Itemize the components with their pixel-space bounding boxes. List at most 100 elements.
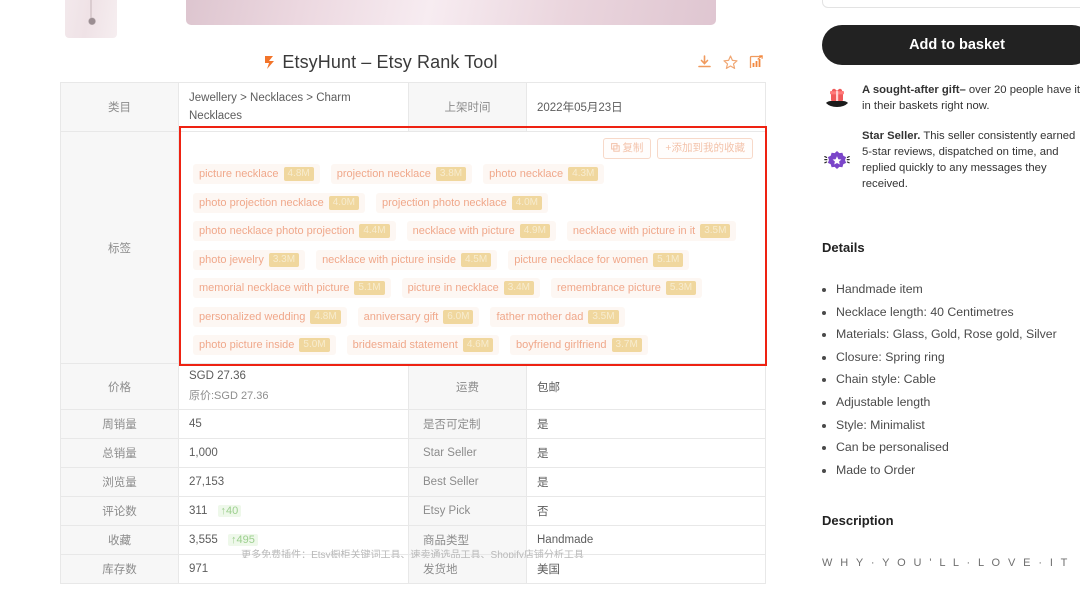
table-row-category: 类目 Jewellery > Necklaces > Charm Necklac… <box>60 82 766 132</box>
tag-chip[interactable]: projection necklace 3.8M <box>330 164 473 184</box>
tag-chip[interactable]: projection photo necklace 4.0M <box>375 192 548 213</box>
tag-label: necklace with picture in it <box>572 225 696 237</box>
tags-cell: 复制 +添加到我的收藏 picture necklace 4.8M projecti… <box>178 131 766 364</box>
listed-date-label: 上架时间 <box>408 82 527 132</box>
tag-count: 4.6M <box>462 338 494 352</box>
tag-chip[interactable]: boyfriend girlfriend 3.7M <box>510 335 648 355</box>
tag-chip[interactable]: father mother dad 3.5M <box>490 306 625 327</box>
add-to-basket-button[interactable]: Add to basket <box>822 25 1080 65</box>
etsyhunt-panel: EtsyHunt – Etsy Rank Tool 类目 Jewellery > <box>0 0 810 590</box>
tag-label: picture necklace <box>199 168 279 180</box>
tag-label: projection photo necklace <box>381 196 507 209</box>
tag-label: photo necklace <box>489 168 564 180</box>
tag-chip[interactable]: necklace with picture inside 4.5M <box>316 249 498 270</box>
tag-label: memorial necklace with picture <box>199 282 350 294</box>
necklace-thumbnail-image <box>65 0 117 38</box>
tag-chip[interactable]: photo jewelry 3.3M <box>193 249 306 270</box>
tag-count: 3.5M <box>700 224 731 238</box>
table-row-total-sales: 总销量 1,000 Star Seller 是 <box>60 438 766 468</box>
tag-chip[interactable]: anniversary gift 6.0M <box>357 306 480 327</box>
views-value: 27,153 <box>178 467 409 497</box>
tag-count: 3.4M <box>503 281 534 295</box>
detail-item: Chain style: Cable <box>836 368 1080 391</box>
table-body: 类目 Jewellery > Necklaces > Charm Necklac… <box>60 82 766 584</box>
favorites-delta: ↑495 <box>227 534 258 546</box>
price-value: SGD 27.36 <box>189 370 246 382</box>
tag-list: picture necklace 4.8M projection necklace 3… <box>193 164 753 355</box>
promo-star-bold: Star Seller. <box>862 130 921 142</box>
chart-icon[interactable] <box>748 54 765 71</box>
tag-row: photo projection necklace 4.0M projection … <box>193 192 753 213</box>
product-hero-image <box>186 0 716 25</box>
listing-option-card[interactable] <box>822 0 1080 8</box>
tag-row: memorial necklace with picture 5.1M pictur… <box>193 278 753 298</box>
tag-row: photo necklace photo projection 4.4M neckl… <box>193 221 753 241</box>
customizable-label: 是否可定制 <box>408 409 527 439</box>
tag-chip[interactable]: photo picture inside 5.0M <box>193 335 336 355</box>
tag-label: necklace with picture <box>412 225 515 237</box>
stock-label: 库存数 <box>60 554 179 584</box>
reviews-value-cell: 311 ↑40 <box>178 496 409 526</box>
tag-chip[interactable]: picture in necklace 3.4M <box>401 278 540 298</box>
stock-value: 971 <box>178 554 409 584</box>
reviews-label: 评论数 <box>60 496 179 526</box>
total-sales-label: 总销量 <box>60 438 179 468</box>
tag-chip[interactable]: remembrance picture 5.3M <box>550 278 703 298</box>
detail-item: Handmade item <box>836 278 1080 301</box>
tags-label: 标签 <box>60 131 179 364</box>
star-seller-value: 是 <box>526 438 766 468</box>
tag-count: 4.8M <box>310 309 341 324</box>
add-to-favorites-label: +添加到我的收藏 <box>665 142 745 154</box>
add-to-favorites-button[interactable]: +添加到我的收藏 <box>657 138 753 159</box>
details-heading: Details <box>822 240 865 255</box>
download-icon[interactable] <box>696 54 713 71</box>
table-row-stock: 库存数 971 发货地 美国 <box>60 554 766 584</box>
table-row-tags: 标签 复制 +添加到我的收藏 picture necklace 4.8M proje… <box>60 131 766 364</box>
category-label: 类目 <box>60 82 179 132</box>
tag-count: 5.1M <box>354 281 385 295</box>
tag-count: 3.8M <box>435 167 467 181</box>
tag-label: photo necklace photo projection <box>199 225 355 237</box>
product-thumbnail[interactable] <box>65 0 117 38</box>
tag-label: picture in necklace <box>407 282 499 294</box>
tag-label: photo jewelry <box>199 253 264 266</box>
tag-chip[interactable]: bridesmaid statement 4.6M <box>346 335 500 355</box>
tag-chip[interactable]: necklace with picture in it 3.5M <box>566 221 737 241</box>
total-sales-value: 1,000 <box>178 438 409 468</box>
price-label: 价格 <box>60 363 179 410</box>
reviews-value: 311 <box>189 505 208 517</box>
tag-chip[interactable]: memorial necklace with picture 5.1M <box>193 278 391 298</box>
tag-chip[interactable]: picture necklace 4.8M <box>193 164 320 184</box>
tag-chip[interactable]: personalized wedding 4.8M <box>193 306 347 327</box>
tag-chip[interactable]: picture necklace for women 5.1M <box>508 249 690 270</box>
tag-row: photo picture inside 5.0M bridesmaid state… <box>193 335 753 355</box>
promo-gift-text: A sought-after gift– over 20 people have… <box>862 82 1080 114</box>
promo-gift-bold: A sought-after gift– <box>862 84 966 96</box>
ships-from-label: 发货地 <box>408 554 527 584</box>
detail-item: Necklace length: 40 Centimetres <box>836 301 1080 324</box>
tag-chip[interactable]: necklace with picture 4.9M <box>406 221 556 241</box>
category-value: Jewellery > Necklaces > Charm Necklaces <box>178 82 409 132</box>
tag-count: 3.3M <box>268 252 300 267</box>
tag-count: 4.5M <box>460 252 492 267</box>
etsyhunt-title-row: EtsyHunt – Etsy Rank Tool <box>60 52 700 73</box>
detail-item: Closure: Spring ring <box>836 346 1080 369</box>
tag-chip[interactable]: photo necklace photo projection 4.4M <box>193 221 396 241</box>
listed-date-value: 2022年05月23日 <box>526 82 766 132</box>
tag-label: remembrance picture <box>556 282 661 294</box>
copy-icon <box>611 142 621 156</box>
etsyhunt-logo-icon <box>262 54 279 71</box>
tag-count: 4.3M <box>568 167 599 181</box>
favorites-value: 3,555 <box>189 534 218 546</box>
tag-count: 4.8M <box>283 167 314 181</box>
tag-count: 4.4M <box>359 224 390 238</box>
best-seller-value: 是 <box>526 467 766 497</box>
copy-tags-button[interactable]: 复制 <box>603 138 652 159</box>
tag-chip[interactable]: photo necklace 4.3M <box>483 164 605 184</box>
shipping-value: 包邮 <box>526 363 766 410</box>
table-row-views: 浏览量 27,153 Best Seller 是 <box>60 467 766 497</box>
details-list: Handmade itemNecklace length: 40 Centime… <box>836 278 1080 481</box>
tag-chip[interactable]: photo projection necklace 4.0M <box>193 192 365 213</box>
star-icon[interactable] <box>722 54 739 71</box>
etsyhunt-title: EtsyHunt – Etsy Rank Tool <box>282 52 498 72</box>
